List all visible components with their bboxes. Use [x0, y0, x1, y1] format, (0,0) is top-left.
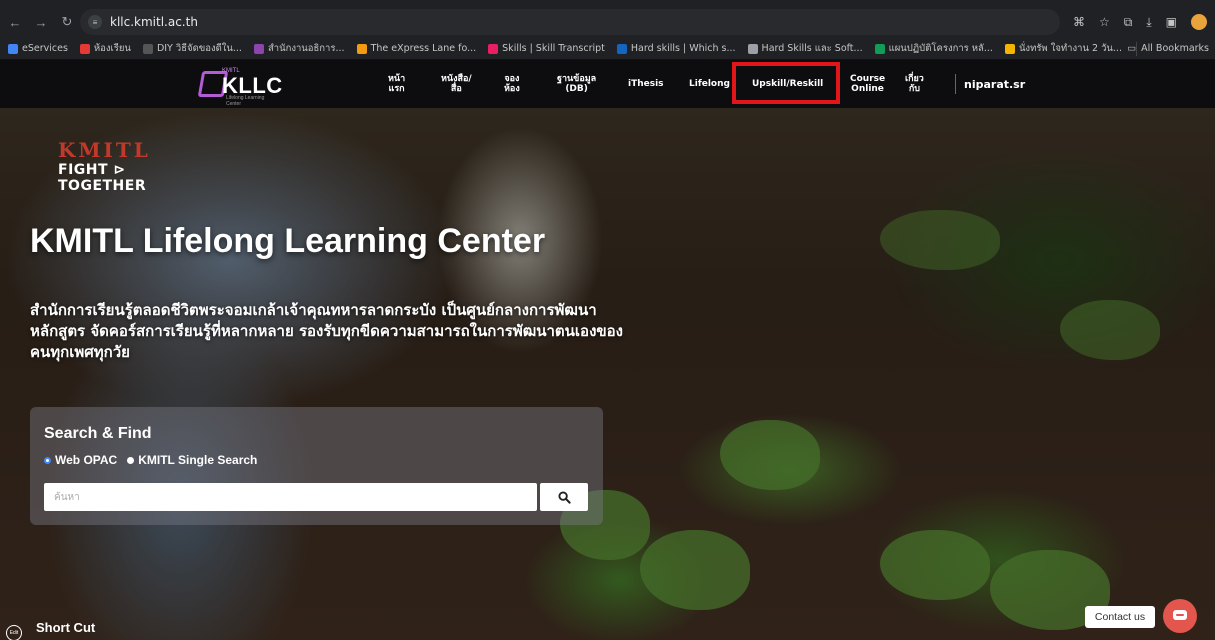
extensions-icon[interactable]: ⧉ [1124, 15, 1133, 30]
back-icon[interactable]: ← [4, 11, 26, 33]
bookmark-label: eServices [22, 43, 68, 54]
radio-selected-icon [44, 456, 51, 464]
navbar-separator [955, 74, 956, 94]
radio-label: Web OPAC [55, 453, 118, 467]
translate-icon[interactable]: ⌘ [1073, 15, 1085, 29]
bookmark-item[interactable]: Skills | Skill Transcript [488, 43, 605, 54]
badge-kmitl-text: KMITL [58, 138, 151, 162]
nav-lifelong[interactable]: Lifelong [689, 79, 730, 89]
contact-us-label[interactable]: Contact us [1085, 606, 1155, 628]
user-name-link[interactable]: niparat.sr [964, 78, 1025, 91]
bookmark-item[interactable]: แผนปฏิบัติโครงการ หลั... [874, 41, 993, 56]
bookmark-label: The eXpress Lane fo... [370, 43, 477, 54]
bookmark-favicon-icon [142, 43, 153, 54]
edit-icon[interactable]: Edit [6, 625, 22, 640]
download-icon[interactable]: ⤓ [1146, 15, 1151, 30]
nav-ithesis[interactable]: iThesis [628, 79, 664, 89]
star-icon[interactable]: ☆ [1099, 15, 1110, 29]
bookmark-favicon-icon [356, 43, 367, 54]
search-button[interactable] [540, 483, 588, 511]
bookmark-item[interactable]: Hard skills | Which s... [616, 43, 736, 54]
bookmark-item[interactable]: DIY วิธีจัดของดีใน... [142, 41, 242, 56]
bookmark-label: แผนปฏิบัติโครงการ หลั... [888, 43, 993, 54]
bookmark-favicon-icon [616, 43, 627, 54]
bookmark-item[interactable]: สำนักงานอธิการ... [253, 41, 345, 56]
bookmark-favicon-icon [488, 43, 499, 54]
search-icon [557, 490, 571, 504]
bookmark-item[interactable]: ห้องเรียน [79, 41, 131, 56]
bookmark-favicon-icon [874, 43, 885, 54]
address-bar[interactable]: ≡ kllc.kmitl.ac.th [80, 9, 1060, 35]
highlight-annotation [732, 62, 840, 104]
bookmark-favicon-icon [747, 43, 758, 54]
profile-avatar[interactable] [1191, 14, 1207, 30]
bookmark-label: Skills | Skill Transcript [502, 43, 605, 54]
nav-room-booking[interactable]: จอง ห้อง [504, 74, 520, 94]
bookmark-favicon-icon [79, 43, 90, 54]
logo-subtitle: Lifelong Learning Center [226, 95, 265, 107]
bookmark-label: Hard skills | Which s... [630, 43, 736, 54]
kmitl-fight-together-logo: KMITL FIGHT ⊳ TOGETHER [58, 138, 208, 194]
site-info-icon[interactable]: ≡ [88, 15, 102, 29]
radio-web-opac[interactable]: Web OPAC [44, 453, 117, 467]
hero-description: สำนักการเรียนรู้ตลอดชีวิตพระจอมเกล้าเจ้า… [30, 301, 623, 361]
search-title: Search & Find [44, 425, 152, 442]
nav-books-media[interactable]: หนังสือ/ สื่อ [441, 74, 472, 94]
contact-button[interactable] [1163, 599, 1197, 633]
all-bookmarks[interactable]: ▭ All Bookmarks [1127, 43, 1209, 54]
toolbar-icons: ⌘ ☆ ⧉ ⤓ ▣ [1073, 14, 1207, 30]
bookmark-item[interactable]: The eXpress Lane fo... [356, 43, 477, 54]
folder-icon: ▭ [1127, 43, 1137, 54]
bookmark-label: Hard Skills และ Soft... [761, 43, 863, 54]
search-source-options: Web OPAC KMITL Single Search [44, 453, 257, 467]
reload-icon[interactable]: ↻ [56, 11, 78, 33]
bookmark-label: นั่งทรัพ ใจทำงาน 2 วัน... [1018, 43, 1122, 54]
nav-home[interactable]: หน้า แรก [388, 74, 405, 94]
website: KMITL KLLC Lifelong Learning Center หน้า… [0, 60, 1215, 640]
nav-about[interactable]: เกี่ยว กับ [905, 74, 924, 94]
bookmark-item[interactable]: นั่งทรัพ ใจทำงาน 2 วัน... [1004, 41, 1122, 56]
bookmark-favicon-icon [1004, 43, 1015, 54]
forward-icon[interactable]: → [30, 11, 52, 33]
bookmark-favicon-icon [253, 43, 264, 54]
nav-database[interactable]: ฐานข้อมูล (DB) [557, 74, 596, 94]
site-navbar: KMITL KLLC Lifelong Learning Center หน้า… [0, 60, 1215, 108]
shortcut-heading: Short Cut [36, 620, 96, 635]
bookmark-favicon-icon [8, 43, 18, 54]
sidepanel-icon[interactable]: ▣ [1166, 15, 1177, 29]
nav-course-online[interactable]: Course Online [850, 74, 885, 94]
kllc-logo[interactable]: KMITL KLLC Lifelong Learning Center [197, 68, 282, 107]
search-input[interactable] [44, 483, 537, 511]
radio-kmitl-single-search[interactable]: KMITL Single Search [127, 453, 257, 467]
hero-title: KMITL Lifelong Learning Center [30, 222, 546, 260]
address-row: ← → ↻ ≡ kllc.kmitl.ac.th ⌘ ☆ ⧉ ⤓ ▣ [0, 6, 1215, 38]
radio-label: KMITL Single Search [138, 453, 258, 467]
url-text[interactable]: kllc.kmitl.ac.th [110, 15, 198, 29]
bookmark-item[interactable]: eServices [8, 43, 68, 54]
radio-unselected-icon [127, 456, 135, 464]
search-panel: Search & Find Web OPAC KMITL Single Sear… [30, 407, 603, 525]
bookmark-label: DIY วิธีจัดของดีใน... [156, 43, 242, 54]
chat-icon [1173, 610, 1187, 620]
bookmark-label: ห้องเรียน [93, 43, 131, 54]
badge-slogan-text: FIGHT ⊳ TOGETHER [58, 162, 147, 194]
browser-chrome: ← → ↻ ≡ kllc.kmitl.ac.th ⌘ ☆ ⧉ ⤓ ▣ [0, 0, 1215, 38]
bookmarks-bar: eServices ห้องเรียน DIY วิธีจัดของดีใน..… [0, 38, 1215, 60]
bookmark-item[interactable]: Hard Skills และ Soft... [747, 41, 863, 56]
all-bookmarks-label: All Bookmarks [1141, 43, 1209, 54]
bookmark-label: สำนักงานอธิการ... [267, 43, 345, 54]
